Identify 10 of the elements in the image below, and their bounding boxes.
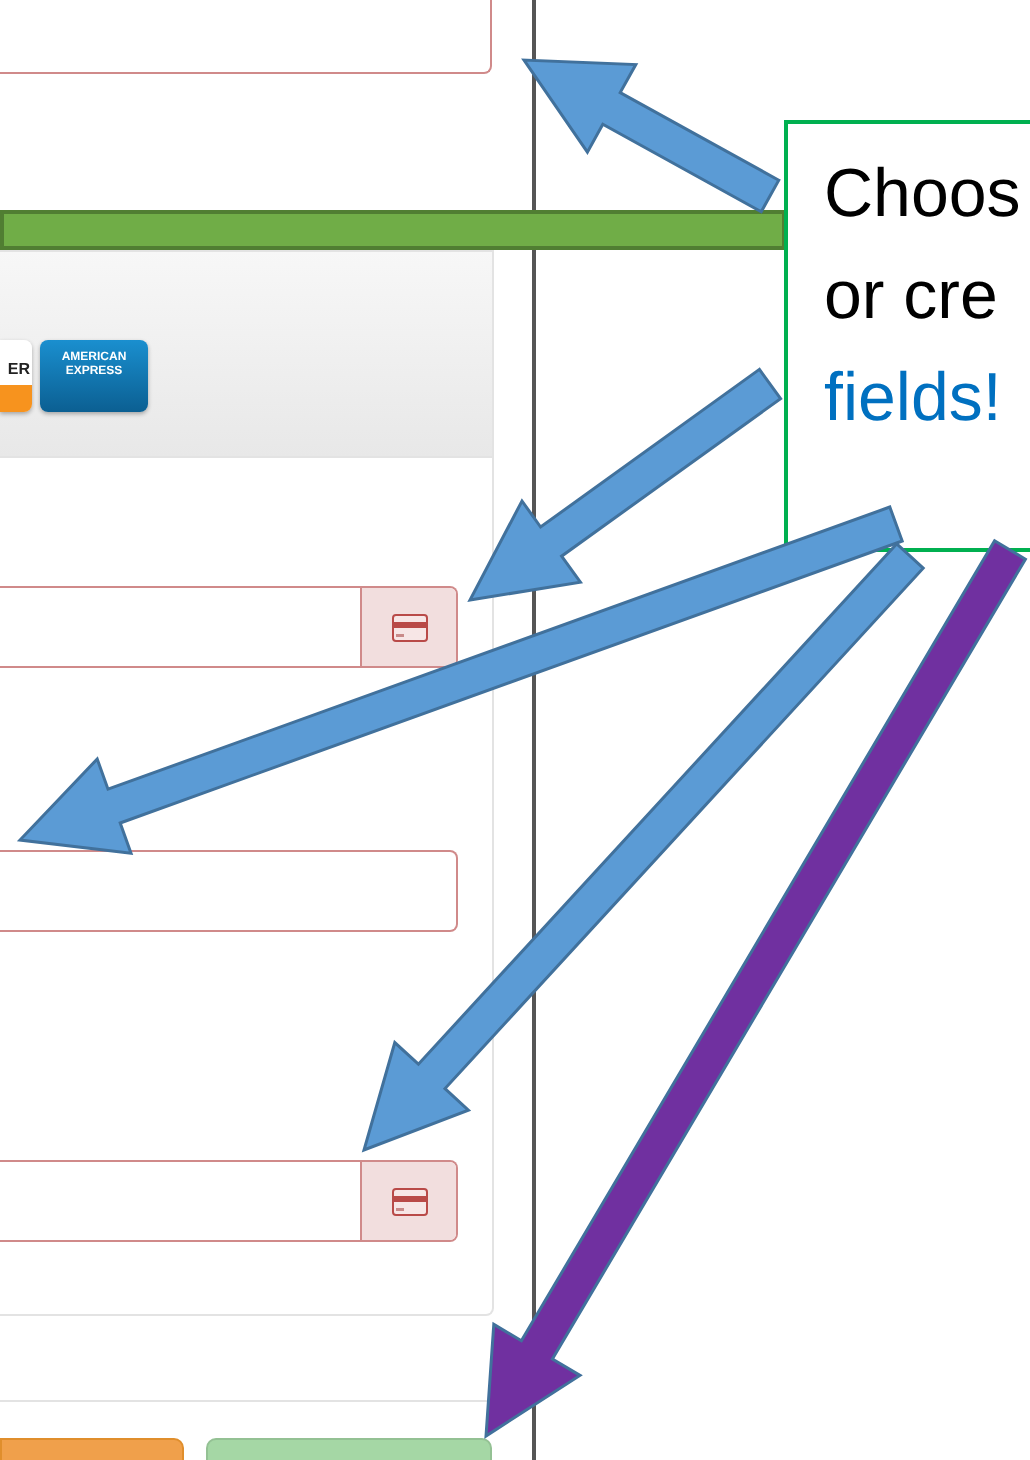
- input-field[interactable]: [0, 1160, 458, 1242]
- card-logo: ER: [0, 340, 32, 412]
- credit-card-icon: [391, 1187, 427, 1215]
- input-field[interactable]: [0, 850, 458, 932]
- input-field[interactable]: [0, 0, 492, 74]
- credit-card-icon: [391, 613, 427, 641]
- callout-text: or cre: [824, 256, 1000, 338]
- input-field[interactable]: [0, 586, 458, 668]
- callout-text: Choos: [824, 154, 1023, 236]
- callout-text: fields!: [824, 358, 1004, 440]
